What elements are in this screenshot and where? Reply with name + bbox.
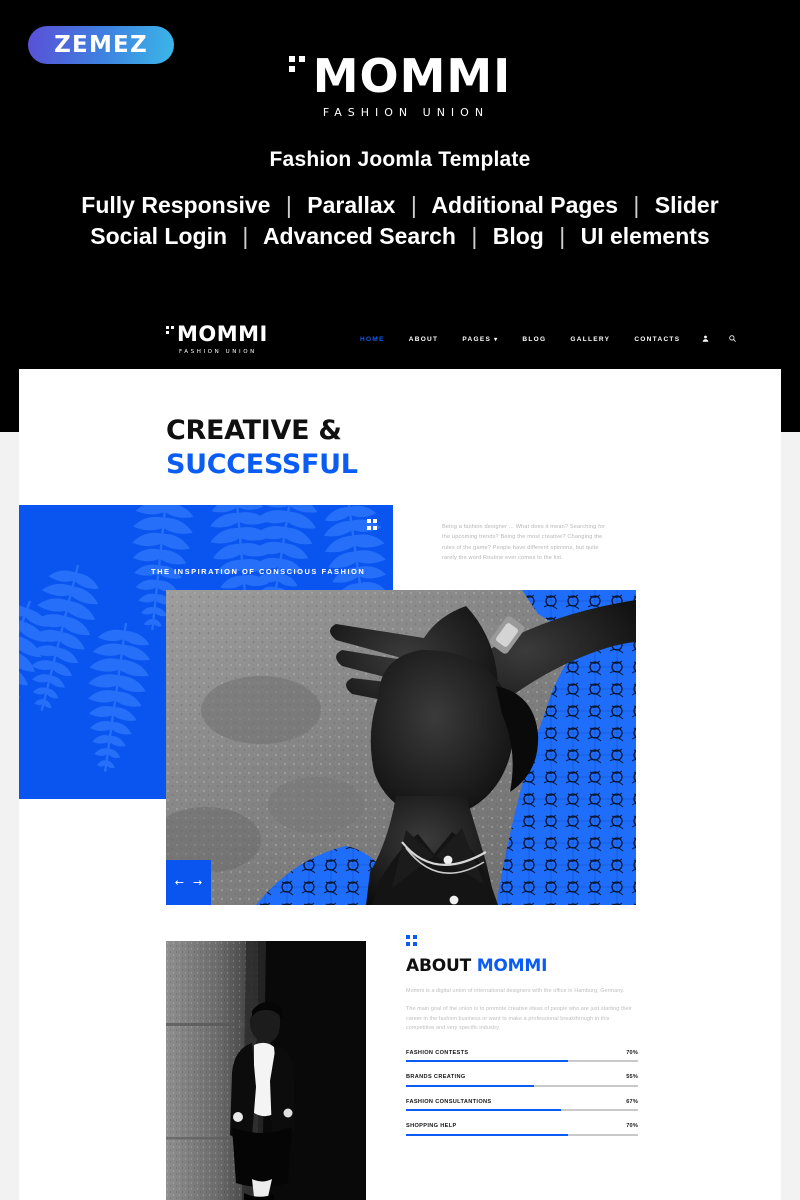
promo-header: ZEMEZ MOMMI FASHION UNION Fashion Joomla… bbox=[0, 0, 800, 300]
promo-feature: Advanced Search bbox=[262, 223, 456, 249]
site-logo-subtitle: FASHION UNION bbox=[179, 349, 257, 355]
feature-separator: | bbox=[242, 223, 249, 249]
feature-separator: | bbox=[410, 192, 417, 218]
skill-bar: BRANDS CREATING 55% bbox=[406, 1074, 638, 1087]
promo-feature: Blog bbox=[492, 223, 544, 249]
promo-logo-word: MOMMI bbox=[312, 49, 512, 103]
skill-label: FASHION CONSULTANTIONS bbox=[406, 1098, 492, 1105]
promo-feature: Slider bbox=[654, 192, 719, 218]
hero-heading: CREATIVE & SUCCESSFUL bbox=[166, 417, 358, 478]
skill-label: BRANDS CREATING bbox=[406, 1074, 466, 1081]
nav-item-label: BLOG bbox=[522, 336, 547, 343]
hero-heading-line2: SUCCESSFUL bbox=[166, 449, 358, 480]
about-section: ABOUT MOMMI Mommi is a digital union of … bbox=[406, 935, 638, 1148]
skill-value: 55% bbox=[626, 1074, 638, 1081]
promo-feature-row-1: Fully Responsive | Parallax | Additional… bbox=[0, 190, 800, 221]
nav-item-label: HOME bbox=[360, 336, 385, 343]
chevron-down-icon: ▾ bbox=[494, 337, 499, 343]
promo-feature-list: Fully Responsive | Parallax | Additional… bbox=[0, 190, 800, 252]
promo-feature: Social Login bbox=[90, 223, 228, 249]
four-dots-icon bbox=[288, 56, 305, 72]
user-icon[interactable] bbox=[692, 335, 719, 344]
skill-fill bbox=[406, 1060, 569, 1063]
about-paragraph-1: Mommi is a digital union of internationa… bbox=[406, 987, 625, 994]
nav-item-label: PAGES bbox=[462, 336, 492, 343]
nav-item-home[interactable]: HOME bbox=[348, 336, 397, 343]
skill-fill bbox=[406, 1084, 534, 1087]
skill-label: SHOPPING HELP bbox=[406, 1123, 457, 1130]
skill-fill bbox=[406, 1109, 562, 1112]
nav-item-contacts[interactable]: CONTACTS bbox=[622, 336, 692, 343]
hero-photo-image bbox=[166, 590, 636, 905]
nav-item-pages[interactable]: PAGES ▾ bbox=[450, 336, 510, 343]
about-photo bbox=[166, 941, 366, 1200]
skill-bar: SHOPPING HELP 70% bbox=[406, 1123, 638, 1136]
promo-logo: MOMMI FASHION UNION bbox=[0, 52, 800, 119]
promo-tagline: Fashion Joomla Template bbox=[269, 148, 531, 171]
four-dots-icon bbox=[366, 519, 377, 530]
about-paragraph-2: The main goal of the union is to promote… bbox=[406, 1006, 632, 1032]
banner-label: THE INSPIRATION OF CONSCIOUS FASHION bbox=[151, 567, 366, 576]
skill-value: 67% bbox=[626, 1098, 638, 1105]
page-content: CREATIVE & SUCCESSFUL THE INSPIRATION OF… bbox=[19, 369, 781, 1200]
nav-item-label: CONTACTS bbox=[634, 336, 681, 343]
nav-item-label: ABOUT bbox=[408, 336, 439, 343]
skill-bar: FASHION CONSULTANTIONS 67% bbox=[406, 1099, 638, 1112]
feature-separator: | bbox=[471, 223, 478, 249]
promo-logo-subtitle: FASHION UNION bbox=[322, 106, 490, 119]
skill-value: 70% bbox=[626, 1123, 638, 1130]
about-title: ABOUT MOMMI bbox=[406, 955, 638, 976]
nav-item-blog[interactable]: BLOG bbox=[510, 336, 558, 343]
about-photo-image bbox=[166, 941, 366, 1200]
site-nav-menu: HOME ABOUT PAGES ▾ BLOG GALLERY CONTACTS bbox=[348, 335, 746, 344]
promo-feature: UI elements bbox=[580, 223, 710, 249]
about-title-blue: MOMMI bbox=[476, 955, 548, 976]
nav-item-label: GALLERY bbox=[570, 336, 611, 343]
hero-heading-line1: CREATIVE & bbox=[166, 415, 342, 446]
feature-separator: | bbox=[633, 192, 640, 218]
search-icon[interactable] bbox=[719, 335, 746, 344]
skill-fill bbox=[406, 1133, 569, 1136]
skill-track bbox=[406, 1084, 638, 1087]
about-title-black: ABOUT bbox=[406, 955, 471, 976]
skill-bar: FASHION CONTESTS 70% bbox=[406, 1050, 638, 1063]
skill-value: 70% bbox=[626, 1049, 638, 1056]
four-dots-icon bbox=[166, 326, 174, 334]
hero-photo bbox=[166, 590, 636, 905]
slider-prev-button[interactable]: ← bbox=[175, 877, 184, 888]
nav-item-gallery[interactable]: GALLERY bbox=[558, 336, 622, 343]
promo-feature: Parallax bbox=[307, 192, 396, 218]
site-logo[interactable]: MOMMI FASHION UNION bbox=[166, 324, 268, 355]
skill-bar-list: FASHION CONTESTS 70% BRANDS CREATING 55% bbox=[406, 1050, 638, 1136]
promo-feature: Additional Pages bbox=[431, 192, 618, 218]
feature-separator: | bbox=[285, 192, 292, 218]
skill-track bbox=[406, 1109, 638, 1112]
skill-label: FASHION CONTESTS bbox=[406, 1049, 469, 1056]
hero-paragraph: Being a fashion designer ... What does i… bbox=[442, 524, 606, 561]
four-dots-icon bbox=[406, 935, 638, 946]
promo-feature-row-2: Social Login | Advanced Search | Blog | … bbox=[0, 221, 800, 252]
promo-feature: Fully Responsive bbox=[81, 192, 271, 218]
skill-track bbox=[406, 1060, 638, 1063]
feature-separator: | bbox=[559, 223, 566, 249]
slider-next-button[interactable]: → bbox=[193, 877, 202, 888]
site-preview: MOMMI FASHION UNION HOME ABOUT PAGES ▾ BL… bbox=[0, 300, 800, 1200]
site-logo-word: MOMMI bbox=[177, 322, 268, 346]
skill-track bbox=[406, 1133, 638, 1136]
slider-nav: ← → bbox=[166, 860, 211, 905]
nav-item-about[interactable]: ABOUT bbox=[397, 336, 451, 343]
